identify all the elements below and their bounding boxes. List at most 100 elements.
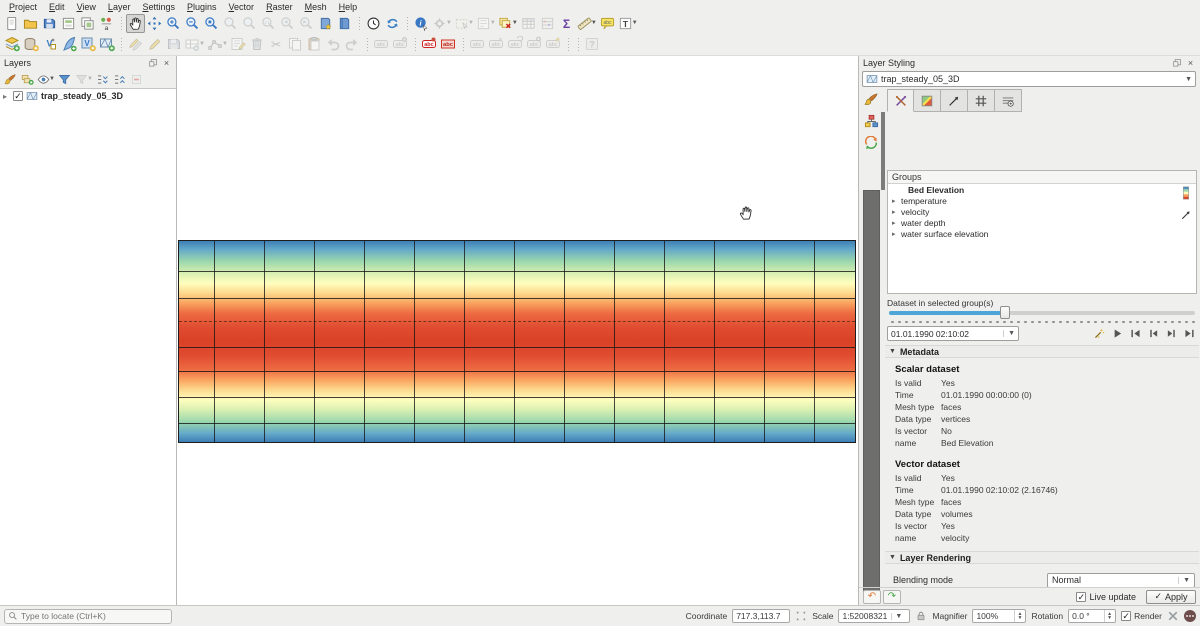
zoom-out-icon[interactable]	[183, 14, 202, 33]
new-print-layout-icon[interactable]	[59, 14, 78, 33]
expand-arrow-icon[interactable]: ▸	[892, 208, 899, 216]
zoom-in-icon[interactable]	[164, 14, 183, 33]
paste-features-icon[interactable]	[305, 35, 324, 54]
zoom-to-layer-icon[interactable]	[240, 14, 259, 33]
save-edits-icon[interactable]	[164, 35, 183, 54]
undo-icon[interactable]	[324, 35, 343, 54]
menu-vector[interactable]: Vector	[223, 2, 261, 12]
copy-features-icon[interactable]	[286, 35, 305, 54]
groups-list[interactable]: Groups Bed Elevation▸temperature▸velocit…	[887, 170, 1197, 294]
open-attribute-table-icon[interactable]	[519, 14, 538, 33]
time-slider-handle[interactable]	[1000, 306, 1010, 319]
current-edits-icon[interactable]	[126, 35, 145, 54]
extents-icon[interactable]	[795, 610, 807, 622]
style-manager-icon[interactable]: a	[97, 14, 116, 33]
metadata-section-header[interactable]: ▼ Metadata	[885, 345, 1199, 358]
next-frame-icon[interactable]	[1163, 325, 1179, 341]
undo-style-button[interactable]: ↶	[863, 590, 881, 604]
blending-mode-combo[interactable]: Normal ▼	[1047, 573, 1195, 588]
close-panel-icon[interactable]: ×	[1185, 58, 1196, 68]
mesh-groups-tab-icon[interactable]	[859, 110, 883, 132]
new-spatialite-layer-icon[interactable]	[59, 35, 78, 54]
coordinate-input[interactable]: 717.3,113.7	[732, 609, 790, 623]
manage-map-themes-icon[interactable]: ▼	[36, 71, 56, 87]
refresh-icon[interactable]	[383, 14, 402, 33]
rotate-label-icon[interactable]: abc	[506, 35, 525, 54]
last-frame-icon[interactable]	[1181, 325, 1197, 341]
save-project-icon[interactable]	[40, 14, 59, 33]
modify-attributes-icon[interactable]	[229, 35, 248, 54]
map-canvas[interactable]	[177, 56, 858, 605]
messages-icon[interactable]	[1184, 610, 1196, 622]
menu-layer[interactable]: Layer	[102, 2, 137, 12]
toggle-editing-icon[interactable]	[145, 35, 164, 54]
expand-arrow-icon[interactable]: ▸	[3, 92, 10, 101]
edit-label-icon[interactable]: abc	[544, 35, 563, 54]
identify-features-icon[interactable]: i	[412, 14, 431, 33]
styled-layer-selector[interactable]: trap_steady_05_3D ▼	[862, 71, 1196, 87]
menu-help[interactable]: Help	[333, 2, 364, 12]
highlight-pinned-labels-icon[interactable]: abc	[372, 35, 391, 54]
tab-vectors[interactable]	[941, 89, 968, 112]
add-group-icon[interactable]	[19, 71, 35, 87]
group-row-water-surface-elevation[interactable]: ▸water surface elevation	[888, 228, 1196, 239]
menu-view[interactable]: View	[71, 2, 102, 12]
show-hide-labels-icon[interactable]: abc	[468, 35, 487, 54]
new-spatial-bookmark-icon[interactable]	[316, 14, 335, 33]
rotation-spinbox[interactable]: 0.0 °▲▼	[1068, 609, 1116, 623]
dataset-options-icon[interactable]	[1091, 325, 1107, 341]
run-feature-action-icon[interactable]: ▼	[431, 14, 453, 33]
time-slider[interactable]	[889, 311, 1195, 315]
select-by-value-icon[interactable]: ▼	[475, 14, 497, 33]
float-panel-icon[interactable]	[147, 58, 158, 68]
history-tab-icon[interactable]	[859, 132, 883, 154]
new-geopackage-layer-icon[interactable]	[21, 35, 40, 54]
tab-datasets[interactable]	[887, 89, 914, 112]
data-source-manager-icon[interactable]	[2, 35, 21, 54]
zoom-last-icon[interactable]	[278, 14, 297, 33]
apply-button[interactable]: ✓ Apply	[1146, 590, 1196, 604]
menu-plugins[interactable]: Plugins	[181, 2, 223, 12]
locate-input[interactable]	[21, 611, 161, 621]
labeling-toolbar-icon[interactable]: abc	[598, 14, 617, 33]
tab-mesh-frame[interactable]	[968, 89, 995, 112]
redo-style-button[interactable]: ↷	[883, 590, 901, 604]
text-annotation-icon[interactable]: T▼	[617, 14, 639, 33]
scale-combo[interactable]: 1:52008321▼	[838, 609, 910, 623]
open-project-icon[interactable]	[21, 14, 40, 33]
time-step-combo[interactable]: 01.01.1990 02:10:02 ▼	[887, 326, 1019, 341]
layers-tree[interactable]: ▸ ✓ trap_steady_05_3D	[0, 88, 176, 605]
group-row-temperature[interactable]: ▸temperature	[888, 195, 1196, 206]
open-layer-styling-icon[interactable]	[2, 71, 18, 87]
delete-selected-icon[interactable]	[248, 35, 267, 54]
tab-contours[interactable]	[914, 89, 941, 112]
new-project-icon[interactable]	[2, 14, 21, 33]
tab-averaging[interactable]	[995, 89, 1022, 112]
locate-box[interactable]	[4, 609, 172, 624]
pin-unpin-labels-icon[interactable]: abc	[391, 35, 410, 54]
new-record-icon[interactable]: ▼	[183, 35, 206, 54]
menu-edit[interactable]: Edit	[43, 2, 71, 12]
group-row-water-depth[interactable]: ▸water depth	[888, 217, 1196, 228]
layer-checkbox[interactable]: ✓	[13, 91, 23, 101]
field-calculator-icon[interactable]	[538, 14, 557, 33]
new-temporary-layer-icon[interactable]: V	[78, 35, 97, 54]
group-row-velocity[interactable]: ▸velocity	[888, 206, 1196, 217]
symbology-tab-icon[interactable]	[859, 88, 883, 110]
scrollbar-handle[interactable]	[863, 190, 880, 592]
expand-arrow-icon[interactable]: ▸	[892, 219, 899, 227]
vertex-tool-icon[interactable]: ▼	[206, 35, 229, 54]
layer-diagram-options-icon[interactable]: abc	[439, 35, 458, 54]
live-update-checkbox[interactable]: ✓	[1076, 592, 1086, 602]
show-bookmarks-icon[interactable]	[335, 14, 354, 33]
close-panel-icon[interactable]: ×	[161, 58, 172, 68]
pan-to-selection-icon[interactable]	[145, 14, 164, 33]
statistics-icon[interactable]: Σ	[557, 14, 576, 33]
filter-by-expression-icon[interactable]: ▼	[74, 71, 94, 87]
filter-legend-icon[interactable]	[57, 71, 73, 87]
first-frame-icon[interactable]	[1127, 325, 1143, 341]
move-label-icon[interactable]: abc	[487, 35, 506, 54]
pan-map-icon[interactable]	[126, 14, 145, 33]
zoom-native-icon[interactable]: 1:1	[259, 14, 278, 33]
group-row-bed-elevation[interactable]: Bed Elevation	[888, 184, 1196, 195]
